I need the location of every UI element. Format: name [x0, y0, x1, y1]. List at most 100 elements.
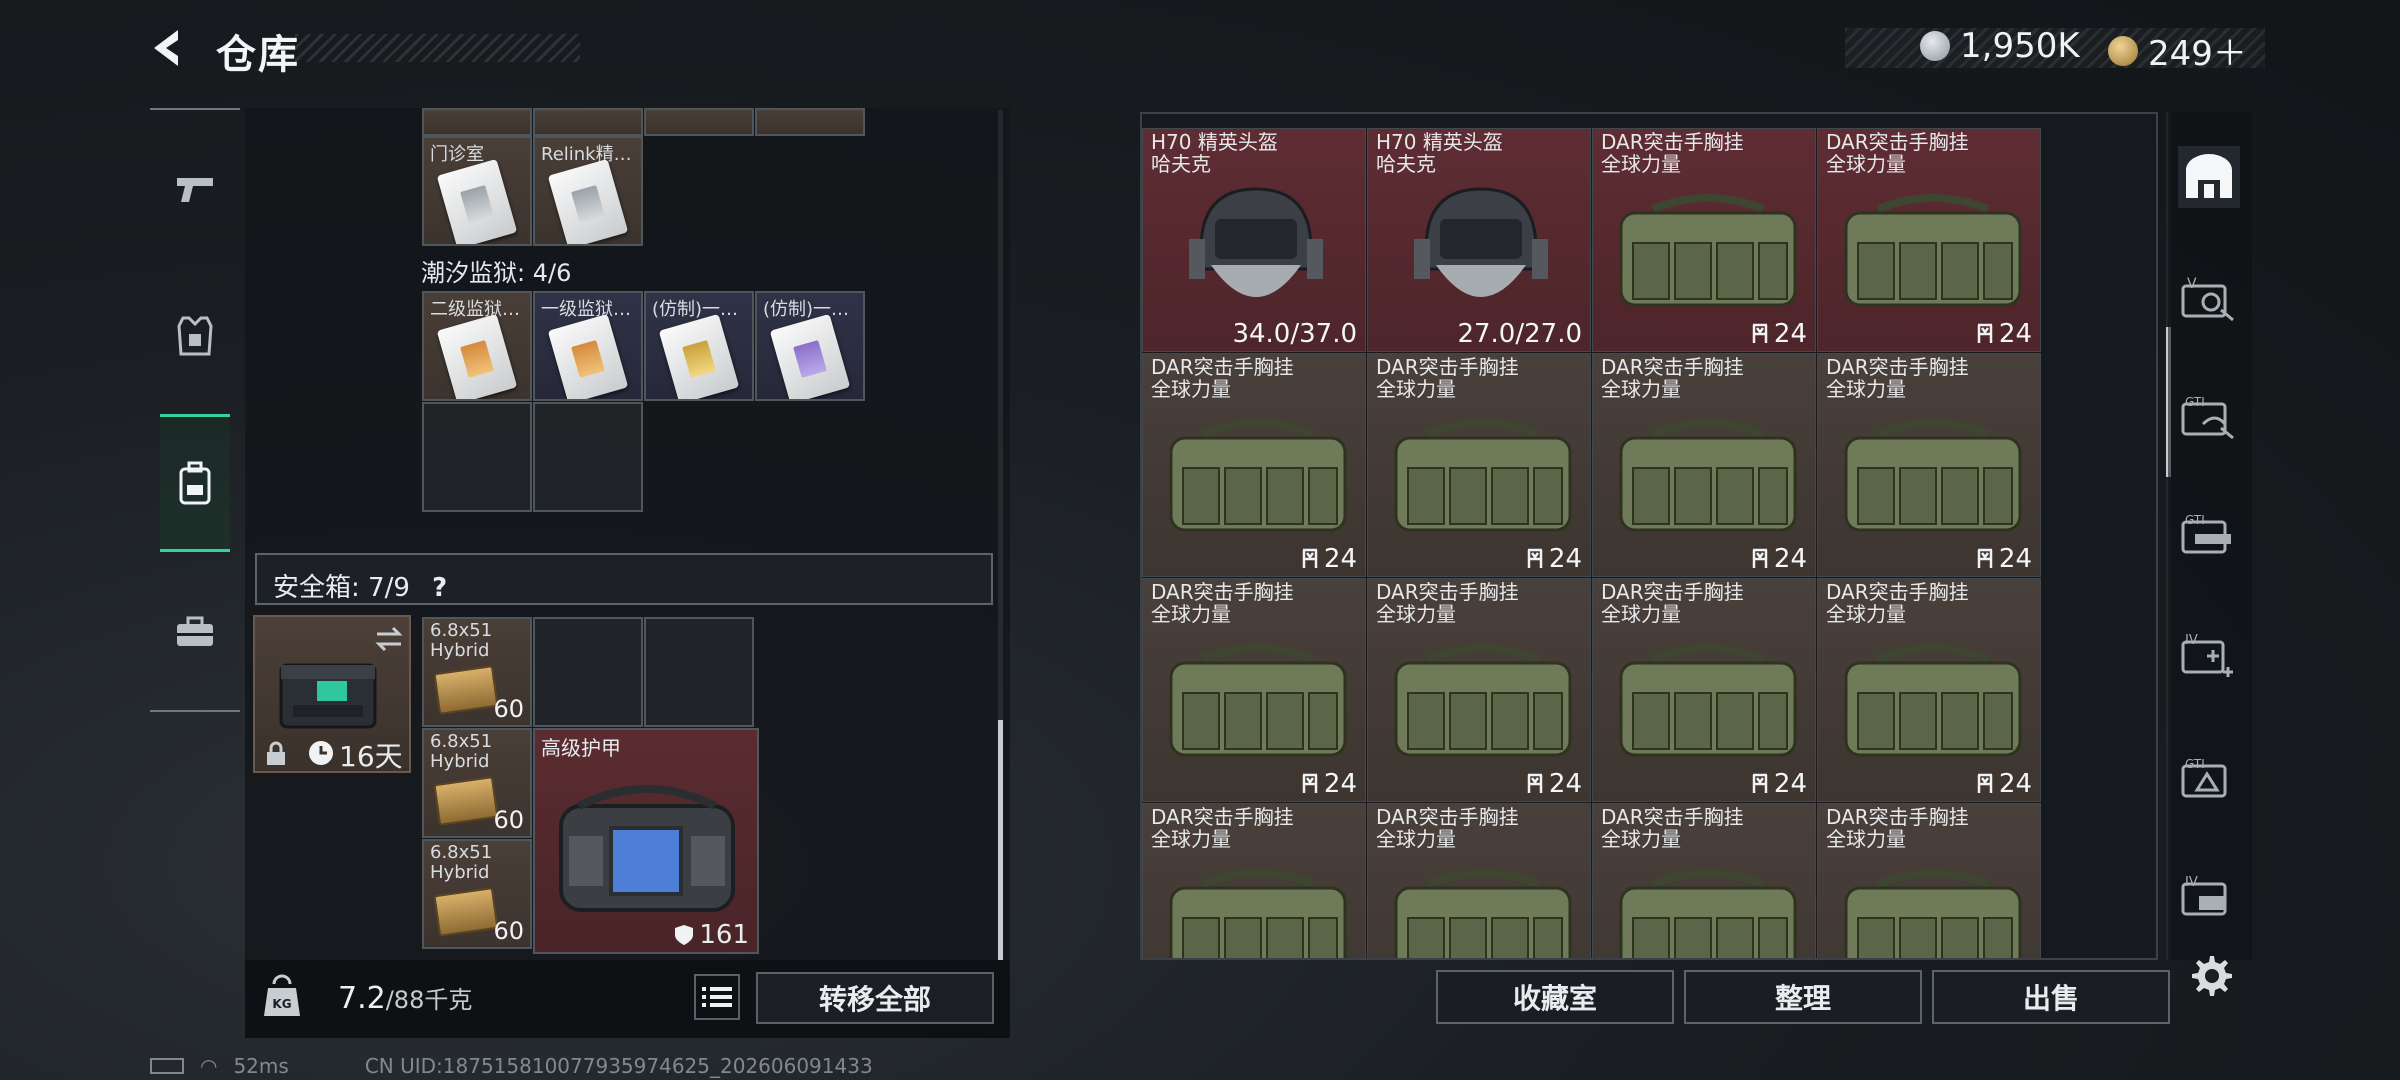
tab-keycard-gti-3[interactable]: GTI	[2178, 748, 2240, 810]
uid-readout: CN UID:18751581007793597462​5_2026060914…	[364, 1054, 873, 1078]
item-label: (仿制)一…	[763, 299, 850, 320]
chest-rig-image	[1394, 419, 1572, 532]
tab-keycard-iv[interactable]: IV	[2178, 866, 2240, 928]
item-value: 34.0/37.0	[1232, 319, 1357, 349]
storage-item-chest-rig[interactable]: DAR突击手胸挂 全球力量	[1142, 803, 1366, 958]
tab-briefcase[interactable]	[160, 586, 230, 678]
tab-home-vault[interactable]	[2178, 146, 2240, 208]
ammo-slot[interactable]: 6.8x51 Hybrid 60	[422, 839, 532, 949]
item-name: DAR突击手胸挂 全球力量	[1601, 131, 1744, 175]
storage-item-chest-rig[interactable]: DAR突击手胸挂 全球力量 24	[1142, 353, 1366, 577]
item-name-line1: DAR突击手胸挂	[1376, 355, 1519, 379]
swap-arrows-icon[interactable]	[373, 625, 405, 653]
storage-item-chest-rig[interactable]: DAR突击手胸挂 全球力量 24	[1592, 353, 1816, 577]
storage-item-chest-rig[interactable]: DAR突击手胸挂 全球力量 24	[1817, 128, 2041, 352]
storage-item-chest-rig[interactable]: DAR突击手胸挂 全球力量 24	[1817, 353, 2041, 577]
storage-item-chest-rig[interactable]: DAR突击手胸挂 全球力量 24	[1592, 128, 1816, 352]
scrollbar-thumb[interactable]	[998, 720, 1003, 960]
grid-cell-stub[interactable]	[422, 108, 532, 136]
item-name-line1: DAR突击手胸挂	[1376, 805, 1519, 829]
organize-button[interactable]: 整理	[1684, 970, 1922, 1024]
storage-item-chest-rig[interactable]: DAR突击手胸挂 全球力量 24	[1817, 578, 2041, 802]
tab-keycard-iv-plus[interactable]: IV	[2178, 626, 2240, 688]
item-name: DAR突击手胸挂 全球力量	[1151, 581, 1294, 625]
capacity-icon	[1302, 548, 1318, 568]
keycard-iv-plus-icon: IV	[2181, 633, 2233, 677]
inventory-scrollbar[interactable]	[998, 110, 1003, 960]
help-icon[interactable]: ?	[432, 573, 447, 603]
empty-slot[interactable]	[422, 402, 532, 512]
transfer-all-button[interactable]: 转移全部	[756, 972, 994, 1024]
item-name-line2: 全球力量	[1151, 377, 1231, 401]
storage-item-chest-rig[interactable]: DAR突击手胸挂 全球力量 24	[1367, 578, 1591, 802]
safe-box-container[interactable]: 16天	[253, 615, 411, 773]
keycard-gti-icon: GTI	[2181, 395, 2234, 440]
item-card-prison-1[interactable]: 一级监狱…	[533, 291, 643, 401]
empty-slot[interactable]	[533, 617, 643, 727]
collection-room-button[interactable]: 收藏室	[1436, 970, 1674, 1024]
currency-silver-value: 1,950K	[1960, 26, 2080, 66]
item-card-replica-2[interactable]: (仿制)一…	[755, 291, 865, 401]
settings-gear-icon[interactable]	[2186, 952, 2234, 1000]
grid-cell-stub[interactable]	[533, 108, 643, 136]
chest-rig-image	[1619, 419, 1797, 532]
tab-keycard-v[interactable]: V	[2178, 268, 2240, 330]
weight-current: 7.2	[338, 981, 386, 1016]
armor-bag-image	[559, 785, 735, 912]
sell-button[interactable]: 出售	[1932, 970, 2170, 1024]
storage-item-chest-rig[interactable]: DAR突击手胸挂 全球力量	[1592, 803, 1816, 958]
item-card-prison-2[interactable]: 二级监狱…	[422, 291, 532, 401]
item-name-line2: 全球力量	[1376, 377, 1456, 401]
pistol-icon	[177, 178, 213, 202]
currency-gold[interactable]: 249＋	[2108, 26, 2247, 75]
svg-text:GTI: GTI	[2185, 395, 2205, 409]
svg-text:GTI: GTI	[2185, 513, 2205, 527]
ammo-slot[interactable]: 6.8x51 Hybrid 60	[422, 728, 532, 838]
capacity-icon	[1527, 773, 1543, 793]
item-name-line1: DAR突击手胸挂	[1601, 355, 1744, 379]
helmet-image	[1414, 187, 1548, 297]
keycard-image	[436, 313, 518, 399]
ammo-count: 60	[493, 806, 524, 834]
armor-item[interactable]: 高级护甲 161	[533, 728, 759, 954]
rail-divider-bottom	[150, 710, 240, 712]
storage-item-helmet[interactable]: H70 精英头盔 哈夫克 34.0/37.0	[1142, 128, 1366, 352]
item-card-replica-1[interactable]: (仿制)一…	[644, 291, 754, 401]
item-name-line2: 全球力量	[1601, 602, 1681, 626]
tab-backpack[interactable]	[160, 414, 230, 552]
tab-weapons[interactable]	[160, 144, 230, 236]
back-button[interactable]	[148, 26, 192, 70]
grid-cell-stub[interactable]	[755, 108, 865, 136]
tab-keycard-gti[interactable]: GTI	[2178, 386, 2240, 448]
currency-silver[interactable]: 1,950K	[1920, 26, 2080, 66]
item-card-relink[interactable]: Relink精…	[533, 136, 643, 246]
capacity-icon	[1752, 548, 1768, 568]
shield-icon	[675, 925, 694, 945]
item-value: 24	[1750, 769, 1807, 799]
item-name: DAR突击手胸挂 全球力量	[1826, 806, 1969, 850]
list-view-button[interactable]	[694, 974, 740, 1020]
safe-box-duration: 16天	[339, 740, 403, 773]
storage-item-chest-rig[interactable]: DAR突击手胸挂 全球力量	[1367, 803, 1591, 958]
storage-item-helmet[interactable]: H70 精英头盔 哈夫克 27.0/27.0	[1367, 128, 1591, 352]
storage-item-chest-rig[interactable]: DAR突击手胸挂 全球力量 24	[1142, 578, 1366, 802]
storage-item-chest-rig[interactable]: DAR突击手胸挂 全球力量 24	[1367, 353, 1591, 577]
rail-divider-top	[150, 108, 240, 110]
empty-slot[interactable]	[533, 402, 643, 512]
keycard-image	[769, 313, 851, 399]
storage-item-chest-rig[interactable]: DAR突击手胸挂 全球力量	[1817, 803, 2041, 958]
empty-slot[interactable]	[644, 617, 754, 727]
item-value-text: 24	[1773, 769, 1807, 799]
svg-text:KG: KG	[272, 997, 291, 1011]
capacity-icon	[1977, 548, 1993, 568]
item-card-clinic[interactable]: 门诊室	[422, 136, 532, 246]
ammo-count: 60	[493, 695, 524, 723]
storage-item-chest-rig[interactable]: DAR突击手胸挂 全球力量 24	[1592, 578, 1816, 802]
grid-cell-stub[interactable]	[644, 108, 754, 136]
ammo-slot[interactable]: 6.8x51 Hybrid 60	[422, 617, 532, 727]
item-label: 门诊室	[430, 144, 484, 165]
tab-armor[interactable]	[160, 290, 230, 382]
keycard-image	[436, 158, 518, 244]
tab-keycard-gti-2[interactable]: GTI	[2178, 504, 2240, 566]
item-name-line2: 全球力量	[1376, 602, 1456, 626]
